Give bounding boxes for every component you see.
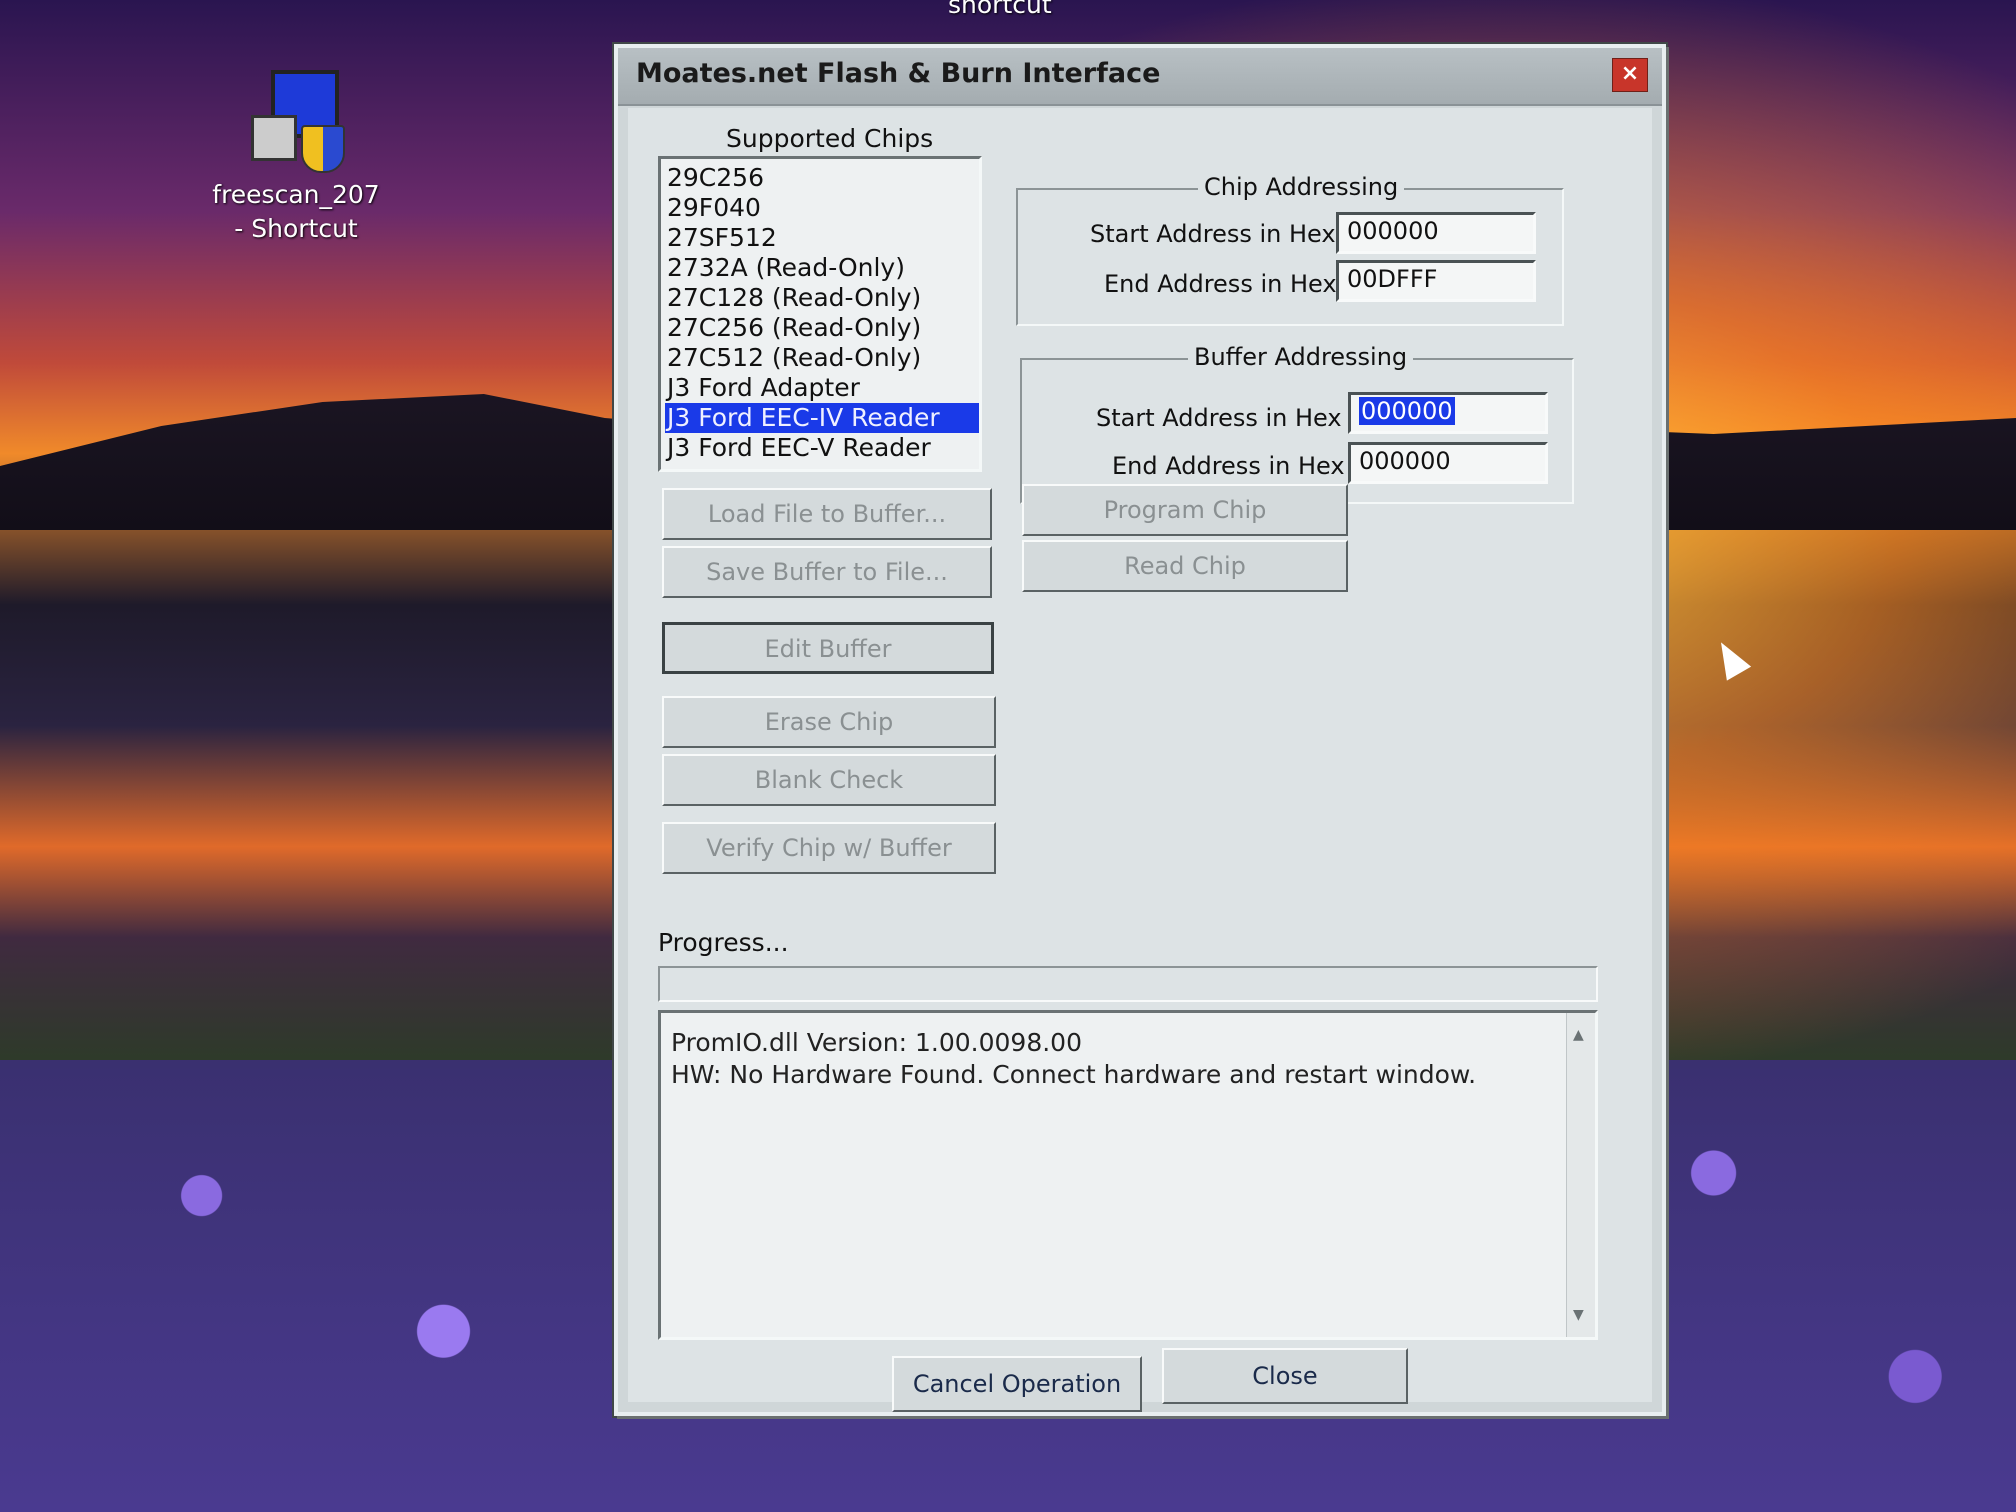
edit-buffer-button[interactable]: Edit Buffer [662, 622, 994, 674]
log-line: PromIO.dll Version: 1.00.0098.00 [671, 1028, 1082, 1057]
buffer-start-address-input[interactable]: 000000 [1348, 392, 1548, 434]
chip-list-item[interactable]: 27SF512 [665, 223, 979, 253]
progress-bar [658, 966, 1598, 1002]
buffer-end-address-input[interactable]: 000000 [1348, 442, 1548, 484]
close-icon[interactable]: × [1612, 58, 1648, 92]
chip-list-item[interactable]: 2732A (Read-Only) [665, 253, 979, 283]
dialog-title: Moates.net Flash & Burn Interface [636, 58, 1161, 89]
cancel-operation-button[interactable]: Cancel Operation [892, 1356, 1142, 1412]
chip-list-item[interactable]: J3 Ford Adapter [665, 373, 979, 403]
chip-start-address-input[interactable]: 000000 [1336, 212, 1536, 254]
read-chip-button[interactable]: Read Chip [1022, 540, 1348, 592]
chip-list-item[interactable]: 29C256 [665, 163, 979, 193]
save-buffer-button[interactable]: Save Buffer to File... [662, 546, 992, 598]
erase-chip-button[interactable]: Erase Chip [662, 696, 996, 748]
chip-end-address-input[interactable]: 00DFFF [1336, 260, 1536, 302]
buffer-start-selected-text: 000000 [1359, 397, 1455, 425]
load-file-button[interactable]: Load File to Buffer... [662, 488, 992, 540]
chip-list-item[interactable]: 27C256 (Read-Only) [665, 313, 979, 343]
desktop-shortcut-freescan[interactable]: freescan_207 - Shortcut [196, 70, 396, 246]
desktop-icon-label-line2: - Shortcut [234, 214, 358, 243]
verify-chip-button[interactable]: Verify Chip w/ Buffer [662, 822, 996, 874]
mouse-cursor-icon [1708, 635, 1752, 681]
log-line: HW: No Hardware Found. Connect hardware … [671, 1060, 1477, 1089]
flash-burn-dialog: Moates.net Flash & Burn Interface × Supp… [614, 44, 1666, 1416]
desktop-top-label: shortcut [948, 0, 1052, 19]
dialog-body: Supported Chips 29C256 29F040 27SF512 2732A… [628, 108, 1652, 1412]
blank-check-button[interactable]: Blank Check [662, 754, 996, 806]
program-chip-button[interactable]: Program Chip [1022, 484, 1348, 536]
supported-chips-label: Supported Chips [726, 124, 934, 153]
chip-list-item[interactable]: 29F040 [665, 193, 979, 223]
chip-list-item[interactable]: 27C512 (Read-Only) [665, 343, 979, 373]
chip-addressing-group: Chip Addressing Start Address in Hex 000… [1016, 173, 1564, 326]
buffer-addressing-group: Buffer Addressing Start Address in Hex 0… [1020, 343, 1574, 504]
dialog-titlebar[interactable]: Moates.net Flash & Burn Interface × [618, 48, 1662, 106]
chip-list-item[interactable]: J3 Ford EEC-V Reader [665, 433, 979, 463]
chip-end-label: End Address in Hex [1104, 270, 1337, 298]
buffer-addressing-legend: Buffer Addressing [1188, 343, 1414, 371]
progress-label: Progress... [658, 928, 789, 957]
computer-shield-icon [241, 70, 351, 173]
log-scrollbar[interactable]: ▲ ▼ [1566, 1013, 1595, 1337]
desktop-icon-label-line1: freescan_207 [212, 180, 380, 209]
scroll-up-icon[interactable]: ▲ [1573, 1019, 1584, 1051]
close-button[interactable]: Close [1162, 1348, 1408, 1404]
chip-list-item[interactable]: 27C128 (Read-Only) [665, 283, 979, 313]
supported-chips-list[interactable]: 29C256 29F040 27SF512 2732A (Read-Only) 27C1… [658, 156, 982, 472]
status-log[interactable]: PromIO.dll Version: 1.00.0098.00 HW: No … [658, 1010, 1598, 1340]
chip-addressing-legend: Chip Addressing [1198, 173, 1405, 201]
scroll-down-icon[interactable]: ▼ [1573, 1299, 1584, 1331]
chip-start-label: Start Address in Hex [1090, 220, 1336, 248]
buffer-end-label: End Address in Hex [1112, 452, 1345, 480]
chip-list-item[interactable]: J3 Ford EEC-IV Reader [665, 403, 979, 433]
buffer-start-label: Start Address in Hex [1096, 404, 1342, 432]
